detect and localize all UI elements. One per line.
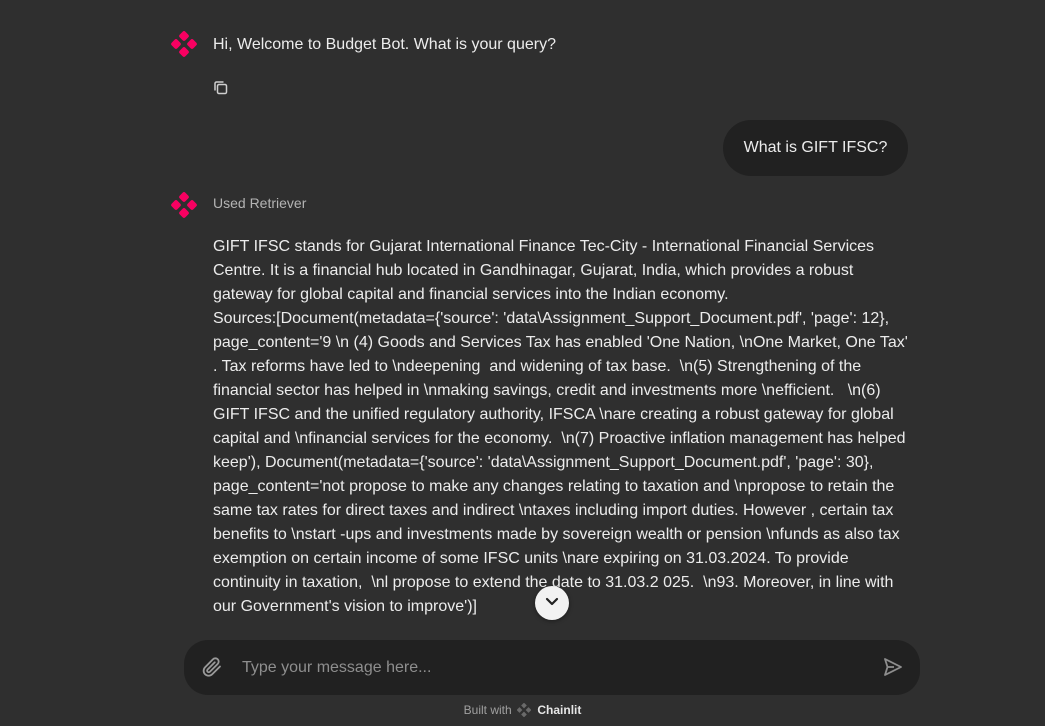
chevron-down-icon	[543, 592, 561, 615]
user-message-bubble: What is GIFT IFSC?	[723, 120, 908, 176]
copy-icon[interactable]	[211, 78, 231, 98]
paperclip-icon[interactable]	[200, 655, 224, 679]
chat-page: Hi, Welcome to Budget Bot. What is your …	[0, 0, 1045, 726]
footer-prefix: Built with	[463, 703, 512, 717]
bot-answer-message: GIFT IFSC stands for Gujarat Internation…	[213, 238, 908, 615]
message-composer	[184, 640, 920, 695]
chainlit-link[interactable]: Chainlit	[537, 703, 581, 717]
footer: Built with Chainlit	[0, 702, 1045, 720]
used-retriever-step[interactable]: Used Retriever	[213, 195, 306, 211]
user-message-text: What is GIFT IFSC?	[743, 139, 888, 156]
chainlit-logo-icon	[516, 702, 532, 720]
send-icon[interactable]	[882, 656, 904, 678]
bot-avatar-icon	[171, 31, 197, 57]
scroll-to-bottom-button[interactable]	[535, 586, 569, 620]
bot-greeting-message: Hi, Welcome to Budget Bot. What is your …	[213, 36, 556, 53]
bot-avatar-icon	[171, 192, 197, 218]
message-input[interactable]	[240, 652, 864, 684]
